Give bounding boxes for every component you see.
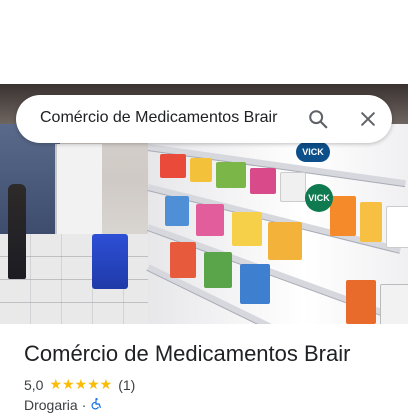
vick-sign: VICK (296, 142, 330, 162)
product (280, 172, 306, 202)
product (346, 280, 376, 324)
review-count[interactable]: (1) (118, 377, 135, 393)
product (386, 206, 408, 248)
product (216, 162, 246, 188)
product (160, 154, 186, 178)
product (240, 264, 270, 304)
product (204, 252, 232, 288)
wheelchair-icon (90, 397, 103, 413)
category-row: Drogaria · (24, 397, 103, 413)
product (330, 196, 356, 236)
product (165, 196, 189, 226)
vick-sign: VICK (305, 184, 333, 212)
product (250, 168, 276, 194)
place-title: Comércio de Medicamentos Brair (24, 341, 351, 366)
product (196, 204, 224, 236)
rating-value: 5,0 (24, 376, 44, 393)
search-input[interactable]: Comércio de Medicamentos Brair (40, 109, 277, 127)
product (268, 222, 302, 260)
place-category: Drogaria (24, 397, 78, 413)
rating-row[interactable]: 5,0 ★★★★★ (1) (24, 376, 135, 393)
search-button[interactable] (302, 103, 334, 135)
product (380, 284, 408, 324)
person-figure (8, 184, 26, 279)
close-button[interactable] (352, 103, 384, 135)
vick-sign-text: VICK (302, 147, 324, 157)
separator: · (81, 397, 87, 413)
close-icon (361, 112, 375, 126)
search-icon (309, 110, 328, 129)
product (360, 202, 382, 242)
product (170, 242, 196, 278)
product (232, 212, 262, 246)
product (190, 158, 212, 182)
vick-sign-text: VICK (308, 193, 330, 203)
search-bar[interactable]: Comércio de Medicamentos Brair (16, 95, 392, 143)
blue-bins (92, 234, 128, 289)
star-rating: ★★★★★ (49, 376, 113, 392)
